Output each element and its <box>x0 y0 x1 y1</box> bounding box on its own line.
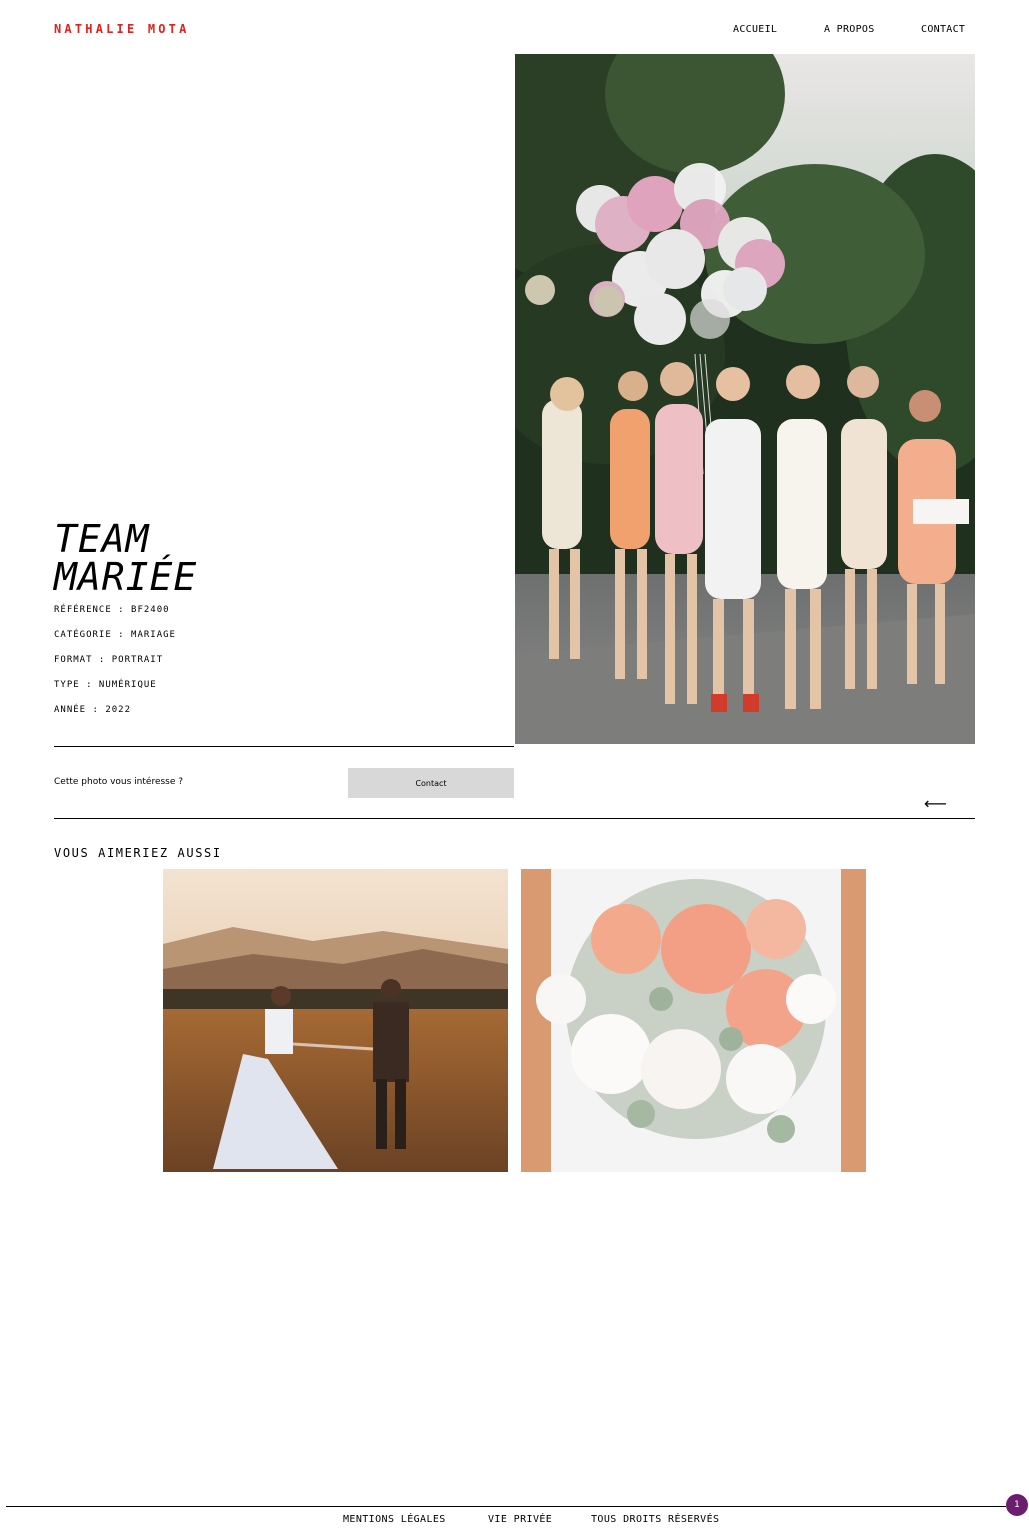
meta-format: FORMAT : PORTRAIT <box>54 655 164 665</box>
divider-top <box>54 746 514 747</box>
footer-vie-privee[interactable]: VIE PRIVÉE <box>488 1514 552 1525</box>
hero-photo <box>515 54 975 744</box>
nav-accueil[interactable]: ACCUEIL <box>733 24 777 35</box>
previous-arrow-icon[interactable]: ⟵ <box>924 796 947 812</box>
photo-title: TEAM MARIÉE <box>54 520 354 596</box>
meta-year: ANNÉE : 2022 <box>54 705 132 715</box>
contact-button[interactable]: Contact <box>348 768 514 798</box>
notification-badge[interactable]: 1 <box>1006 1494 1028 1516</box>
photo-title-line1: TEAM <box>54 517 150 561</box>
meta-reference: RÉFÉRENCE : BF2400 <box>54 605 170 615</box>
footer-divider <box>6 1506 1006 1507</box>
footer-droits-reserves[interactable]: TOUS DROITS RÉSERVÉS <box>591 1514 719 1525</box>
meta-category: CATÉGORIE : MARIAGE <box>54 630 176 640</box>
meta-type: TYPE : NUMÉRIQUE <box>54 680 157 690</box>
couple-sunset-image <box>163 869 508 1172</box>
interest-question: Cette photo vous intéresse ? <box>54 777 184 787</box>
bridesmaids-image <box>515 54 975 744</box>
site-logo[interactable]: NATHALIE MOTA <box>54 22 190 36</box>
footer-mentions-legales[interactable]: MENTIONS LÉGALES <box>343 1514 446 1525</box>
related-title: VOUS AIMERIEZ AUSSI <box>54 846 222 860</box>
bouquet-image <box>521 869 866 1172</box>
nav-contact[interactable]: CONTACT <box>921 24 965 35</box>
related-photo-couple[interactable] <box>163 869 508 1172</box>
divider-bottom <box>54 818 975 819</box>
photo-title-line2: MARIÉE <box>54 555 198 599</box>
related-photo-bouquet[interactable] <box>521 869 866 1172</box>
nav-a-propos[interactable]: A PROPOS <box>824 24 875 35</box>
